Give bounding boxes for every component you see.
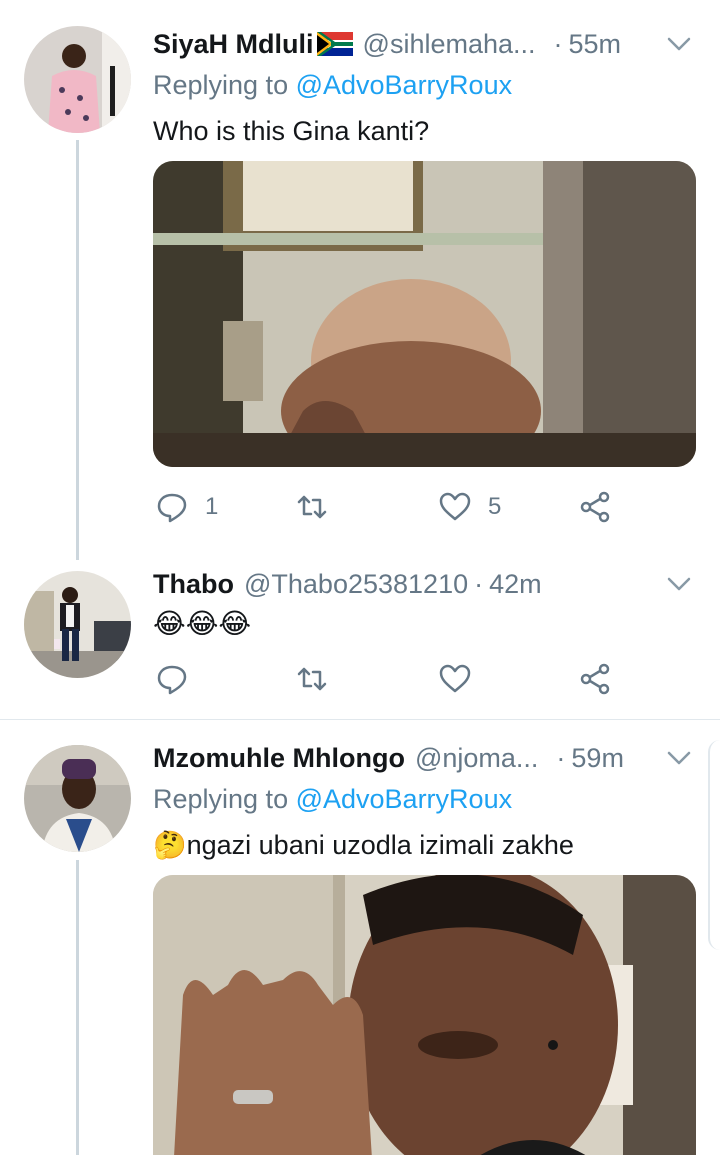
- tweet-1[interactable]: SiyaH Mdluli @sihlemaha... · 55m Replyin…: [0, 0, 720, 560]
- tweet-text: 😂😂😂: [153, 608, 252, 639]
- tweet-3[interactable]: Mzomuhle Mhlongo @njoma... · 59m Replyin…: [0, 720, 720, 1155]
- display-name[interactable]: Thabo: [153, 569, 234, 600]
- timestamp[interactable]: 55m: [569, 29, 622, 60]
- tweet-header: Thabo @Thabo25381210 · 42m: [153, 566, 692, 602]
- like-icon: [439, 664, 471, 693]
- avatar[interactable]: [24, 571, 131, 678]
- tweet-image[interactable]: [153, 161, 696, 467]
- reply-button[interactable]: 1: [155, 490, 218, 524]
- separator-dot: ·: [553, 28, 563, 59]
- retweet-button[interactable]: [295, 662, 345, 696]
- replying-prefix: Replying to: [153, 784, 296, 814]
- retweet-icon: [297, 667, 327, 691]
- reply-icon: [157, 665, 187, 695]
- separator-dot: ·: [556, 742, 566, 773]
- tweet-actions: 1 5: [153, 490, 623, 530]
- tweet-text: 🤔ngazi ubani uzodla izimali zakhe: [153, 830, 574, 860]
- replying-to-mention[interactable]: @AdvoBarryRoux: [296, 784, 513, 814]
- share-button[interactable]: [578, 490, 612, 524]
- tweet-2[interactable]: Thabo @Thabo25381210 · 42m 😂😂😂: [0, 560, 720, 720]
- tweet-header: SiyaH Mdluli @sihlemaha... · 55m: [153, 26, 692, 62]
- reply-count: 1: [205, 493, 219, 520]
- share-button[interactable]: [578, 662, 612, 696]
- timestamp[interactable]: 59m: [571, 743, 624, 774]
- share-icon: [580, 491, 610, 523]
- display-name[interactable]: SiyaH Mdluli: [153, 29, 314, 60]
- tweet-header: Mzomuhle Mhlongo @njoma... · 59m: [153, 740, 692, 776]
- south-africa-flag-icon: [316, 32, 353, 56]
- like-button[interactable]: 5: [438, 490, 501, 524]
- reply-icon: [157, 493, 187, 523]
- user-handle[interactable]: @njoma...: [415, 743, 538, 774]
- tweet-image[interactable]: [153, 875, 696, 1155]
- separator-dot: ·: [474, 568, 484, 599]
- share-icon: [580, 663, 610, 695]
- thread-line: [76, 140, 79, 560]
- user-handle[interactable]: @sihlemaha...: [363, 29, 536, 60]
- thread-line: [76, 860, 79, 1155]
- chevron-down-icon[interactable]: [666, 575, 692, 593]
- user-handle[interactable]: @Thabo25381210: [244, 569, 468, 600]
- avatar[interactable]: [24, 26, 131, 133]
- replying-prefix: Replying to: [153, 70, 296, 100]
- chevron-down-icon[interactable]: [666, 35, 692, 53]
- replying-to-mention[interactable]: @AdvoBarryRoux: [296, 70, 513, 100]
- like-count: 5: [488, 493, 502, 520]
- tweet-text: Who is this Gina kanti?: [153, 116, 430, 146]
- like-icon: [439, 492, 471, 521]
- avatar[interactable]: [24, 745, 131, 852]
- reply-button[interactable]: [155, 662, 205, 696]
- like-button[interactable]: [438, 662, 488, 696]
- replying-to: Replying to @AdvoBarryRoux: [153, 70, 512, 101]
- retweet-button[interactable]: [295, 490, 345, 524]
- display-name[interactable]: Mzomuhle Mhlongo: [153, 743, 405, 774]
- chevron-down-icon[interactable]: [666, 749, 692, 767]
- timestamp[interactable]: 42m: [489, 569, 542, 600]
- scroll-indicator[interactable]: [708, 740, 720, 950]
- tweet-actions: [153, 662, 623, 702]
- retweet-icon: [297, 495, 327, 519]
- replying-to: Replying to @AdvoBarryRoux: [153, 784, 512, 815]
